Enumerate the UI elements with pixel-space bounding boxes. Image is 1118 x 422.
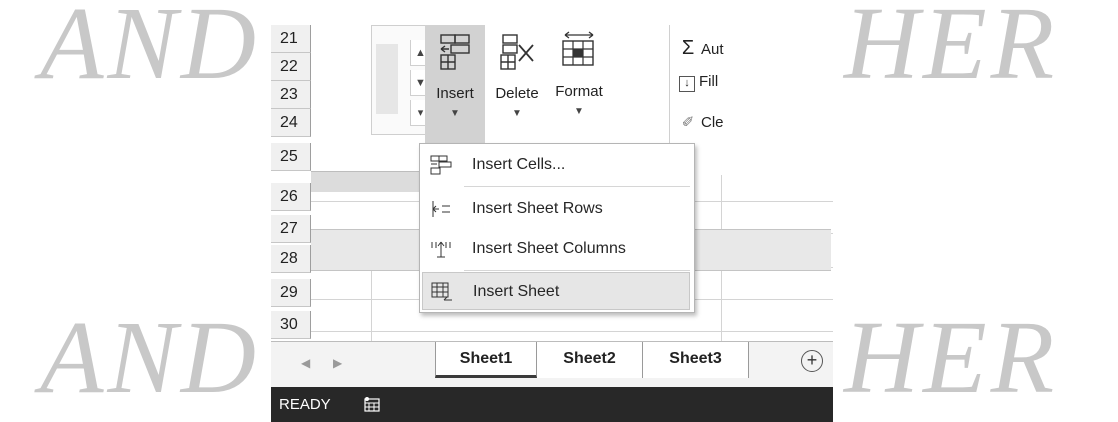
insert-rows-icon — [432, 201, 450, 217]
status-bar: READY — [271, 387, 833, 422]
ribbon-bottom-edge — [311, 171, 421, 192]
insert-cells-large-icon — [440, 34, 470, 70]
styles-gallery[interactable]: ▲ ▼ ▾ — [371, 25, 431, 135]
chevron-down-icon: ▼ — [450, 108, 460, 119]
scroll-tabs-right-icon[interactable]: ▶ — [333, 356, 342, 370]
eraser-icon: ✐ — [681, 114, 695, 131]
watermark-text-bottom-right: HER — [844, 300, 1059, 415]
delete-cells-icon — [500, 34, 534, 70]
watermark-text-bottom-left: AND — [40, 300, 260, 415]
tab-sheet2[interactable]: Sheet2 — [537, 342, 643, 378]
format-cells-icon — [562, 31, 594, 66]
menu-item-label: Insert Sheet Rows — [472, 200, 603, 217]
menu-item-label: Insert Cells... — [472, 156, 566, 173]
fill-label: Fill — [699, 73, 719, 90]
menu-item-insert-sheet-rows[interactable]: Insert Sheet Rows — [422, 190, 690, 228]
menu-item-label: Insert Sheet — [473, 283, 560, 300]
menu-separator — [464, 186, 690, 187]
clear-label: Cle — [701, 114, 724, 131]
delete-label: Delete — [495, 85, 539, 102]
insert-button[interactable]: Insert ▼ — [425, 25, 485, 155]
status-ready-text: READY — [279, 396, 331, 413]
sigma-icon: Σ — [681, 37, 695, 59]
macro-recording-icon[interactable] — [363, 396, 381, 413]
scroll-tabs-left-icon[interactable]: ◀ — [301, 356, 310, 370]
insert-label: Insert — [436, 85, 474, 102]
insert-columns-icon — [431, 241, 451, 258]
format-label: Format — [555, 83, 603, 100]
autosum-label: Aut — [701, 41, 724, 58]
row-header-25[interactable]: 25 — [271, 143, 311, 171]
clear-button[interactable]: ✐ Cle — [679, 113, 724, 131]
insert-cells-icon — [430, 155, 452, 175]
menu-item-insert-sheet-columns[interactable]: Insert Sheet Columns — [422, 230, 690, 268]
chevron-down-icon: ▼ — [574, 106, 584, 117]
fill-down-icon: ↓ — [679, 76, 695, 92]
menu-item-insert-sheet[interactable]: Insert Sheet — [422, 272, 690, 310]
watermark-text-top-left: AND — [40, 0, 260, 101]
row-header-22[interactable]: 22 — [271, 53, 311, 81]
row-header-24[interactable]: 24 — [271, 109, 311, 137]
autosum-button[interactable]: Σ Aut — [679, 37, 724, 60]
row-header-23[interactable]: 23 — [271, 81, 311, 109]
ribbon-group-divider — [669, 25, 670, 143]
watermark-text-top-right: HER — [844, 0, 1059, 101]
menu-separator — [464, 270, 690, 271]
row-header-29[interactable]: 29 — [271, 279, 311, 307]
menu-item-label: Insert Sheet Columns — [472, 240, 626, 257]
insert-sheet-icon — [431, 282, 452, 301]
format-button[interactable]: Format ▼ — [549, 25, 609, 155]
row-header-26[interactable]: 26 — [271, 183, 311, 211]
gallery-preview — [376, 44, 398, 114]
row-header-30[interactable]: 30 — [271, 311, 311, 339]
tab-sheet1[interactable]: Sheet1 — [435, 342, 537, 378]
insert-dropdown-menu: Insert Cells... Insert Sheet Rows Insert… — [419, 143, 695, 313]
row-header-27[interactable]: 27 — [271, 215, 311, 243]
excel-window: 21 22 23 24 25 26 27 28 29 30 ▲ ▼ ▾ Inse… — [271, 25, 833, 422]
delete-button[interactable]: Delete ▼ — [487, 25, 547, 155]
sheet-tabs-bar: ◀ ▶ Sheet1 Sheet2 Sheet3 + — [271, 341, 833, 388]
fill-button[interactable]: ↓ Fill — [679, 73, 718, 92]
row-header-28[interactable]: 28 — [271, 245, 311, 273]
row-header-21[interactable]: 21 — [271, 25, 311, 53]
new-sheet-plus-icon[interactable]: + — [801, 350, 823, 372]
chevron-down-icon: ▼ — [512, 108, 522, 119]
menu-item-insert-cells[interactable]: Insert Cells... — [422, 146, 690, 184]
gridline — [311, 331, 833, 332]
tab-sheet3[interactable]: Sheet3 — [643, 342, 749, 378]
